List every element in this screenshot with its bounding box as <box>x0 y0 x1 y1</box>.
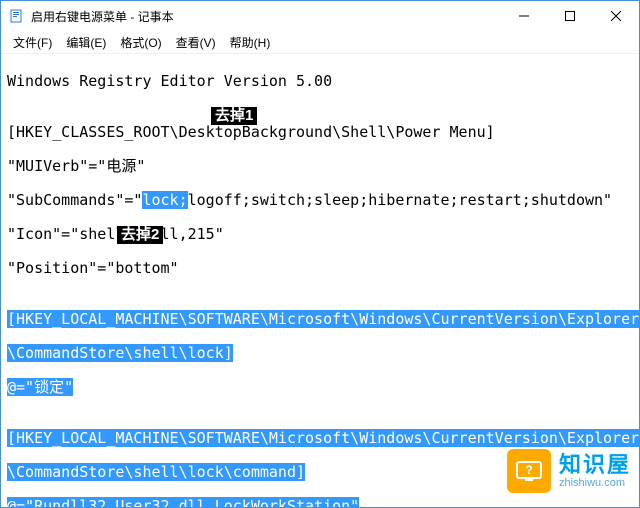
editor-line: @="Rundll32 User32.dll,LockWorkStation" <box>7 498 633 507</box>
minimize-button[interactable] <box>501 1 547 31</box>
window-controls <box>501 1 639 31</box>
selected-text: [HKEY_LOCAL_MACHINE\SOFTWARE\Microsoft\W… <box>7 429 639 447</box>
selected-text: [HKEY_LOCAL_MACHINE\SOFTWARE\Microsoft\W… <box>7 310 639 328</box>
menu-help[interactable]: 帮助(H) <box>224 32 277 53</box>
annotation-1: 去掉1 <box>211 107 257 125</box>
watermark-icon: ? <box>507 449 551 493</box>
menu-format[interactable]: 格式(O) <box>114 32 167 53</box>
svg-text:?: ? <box>525 463 532 477</box>
editor-line: "Icon"="shell32.dll,215" <box>7 226 633 243</box>
menu-edit[interactable]: 编辑(E) <box>60 32 112 53</box>
selected-text: \CommandStore\shell\lock] <box>7 344 233 362</box>
selected-text: @="锁定" <box>7 378 73 396</box>
editor-line: "MUIVerb"="电源" <box>7 158 633 175</box>
menu-file[interactable]: 文件(F) <box>7 32 58 53</box>
menubar: 文件(F) 编辑(E) 格式(O) 查看(V) 帮助(H) <box>1 31 639 54</box>
editor-line: [HKEY_LOCAL_MACHINE\SOFTWARE\Microsoft\W… <box>7 430 633 447</box>
titlebar[interactable]: 启用右键电源菜单 - 记事本 <box>1 1 639 31</box>
editor-line: [HKEY_LOCAL_MACHINE\SOFTWARE\Microsoft\W… <box>7 311 633 328</box>
watermark-url: zhishiwu.com <box>559 477 631 489</box>
watermark-text: 知识屋 zhishiwu.com <box>559 453 631 489</box>
selected-text: @="Rundll32 User32.dll,LockWorkStation" <box>7 497 359 507</box>
selected-text: \CommandStore\shell\lock\command] <box>7 463 305 481</box>
editor-line: [HKEY_CLASSES_ROOT\DesktopBackground\She… <box>7 124 633 141</box>
editor-line: "Position"="bottom" <box>7 260 633 277</box>
menu-view[interactable]: 查看(V) <box>170 32 222 53</box>
editor-line: Windows Registry Editor Version 5.00 <box>7 73 633 90</box>
window-title: 启用右键电源菜单 - 记事本 <box>31 8 501 25</box>
maximize-button[interactable] <box>547 1 593 31</box>
editor-line: "SubCommands"="lock;logoff;switch;sleep;… <box>7 192 633 209</box>
notepad-window: 启用右键电源菜单 - 记事本 文件(F) 编辑(E) 格式(O) 查看(V) 帮… <box>0 0 640 508</box>
text-editor[interactable]: Windows Registry Editor Version 5.00 [HK… <box>1 54 639 507</box>
editor-line: \CommandStore\shell\lock] <box>7 345 633 362</box>
notepad-icon <box>9 8 25 24</box>
annotation-2: 去掉2 <box>117 226 163 244</box>
watermark: ? 知识屋 zhishiwu.com <box>507 449 631 493</box>
close-button[interactable] <box>593 1 639 31</box>
watermark-name: 知识屋 <box>559 453 631 477</box>
editor-line: @="锁定" <box>7 379 633 396</box>
selected-text: lock; <box>142 191 187 209</box>
